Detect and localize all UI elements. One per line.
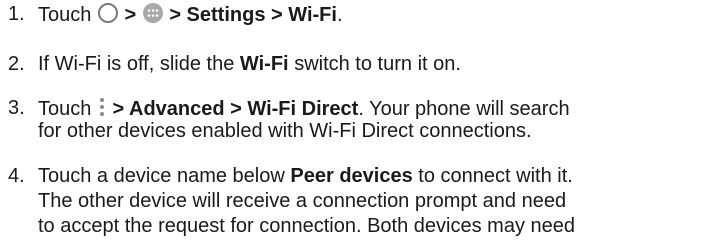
step-bold-term: Peer devices xyxy=(290,165,413,187)
step-number: 2. xyxy=(8,53,25,75)
step-line: Touch > Advanced > Wi-Fi Direct. Your ph… xyxy=(38,96,570,121)
step-line: The other device will receive a connecti… xyxy=(38,190,567,212)
step-number: 4. xyxy=(8,165,25,187)
step-text: . xyxy=(336,4,343,26)
step-bold-term: Wi-Fi xyxy=(239,53,289,75)
step-bold-path: > Settings > Wi-Fi xyxy=(169,4,337,26)
step-number: 3. xyxy=(8,97,25,119)
step-line: for other devices enabled with Wi-Fi Dir… xyxy=(38,120,532,142)
step-number: 1. xyxy=(8,3,25,25)
step-line: Touch a device name below Peer devices t… xyxy=(38,164,573,188)
step-text: to connect with it. xyxy=(418,165,573,187)
step-text: Touch xyxy=(38,4,92,26)
step-line: to accept the request for connection. Bo… xyxy=(38,215,575,237)
step-bold-path: > Advanced > Wi-Fi Direct xyxy=(112,98,359,120)
step-text: switch to turn it on. xyxy=(294,53,461,75)
step-text: Touch a device name below xyxy=(38,165,285,187)
step-text: If Wi-Fi is off, slide the xyxy=(38,53,235,75)
step-line: Touch > > Settings > Wi-Fi. xyxy=(38,2,343,27)
apps-grid-icon xyxy=(142,2,164,24)
home-circle-icon xyxy=(97,2,119,24)
more-options-icon xyxy=(97,96,107,118)
step-line: If Wi-Fi is off, slide the Wi-Fi switch … xyxy=(38,52,461,76)
step-separator: > xyxy=(124,4,137,26)
step-text: Touch xyxy=(38,98,92,120)
step-text: . Your phone will search xyxy=(358,98,570,120)
